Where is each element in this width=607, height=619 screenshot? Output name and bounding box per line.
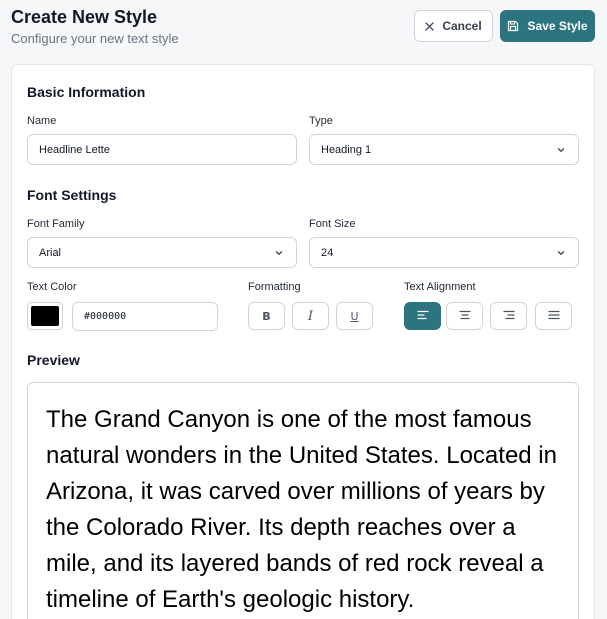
- underline-icon: U: [350, 309, 359, 323]
- font-size-select[interactable]: 24: [309, 237, 579, 268]
- hex-color-input[interactable]: #000000: [72, 302, 218, 331]
- font-size-value: 24: [321, 246, 334, 259]
- chevron-down-icon: [556, 248, 566, 258]
- underline-button[interactable]: U: [336, 302, 373, 330]
- cancel-label: Cancel: [442, 19, 482, 33]
- chevron-down-icon: [556, 145, 566, 155]
- name-input[interactable]: Headline Lette: [27, 134, 297, 165]
- save-style-button[interactable]: Save Style: [500, 10, 595, 42]
- name-label: Name: [27, 115, 57, 127]
- align-right-icon: [502, 307, 515, 325]
- page-title: Create New Style: [11, 7, 158, 27]
- save-icon: [507, 20, 519, 32]
- font-size-label: Font Size: [309, 218, 356, 230]
- chevron-down-icon: [274, 248, 284, 258]
- formatting-label: Formatting: [248, 281, 301, 293]
- font-family-value: Arial: [39, 246, 62, 259]
- font-family-label: Font Family: [27, 218, 85, 230]
- preview-box: The Grand Canyon is one of the most famo…: [27, 382, 579, 619]
- preview-text: The Grand Canyon is one of the most famo…: [46, 406, 557, 613]
- close-icon: [425, 21, 435, 31]
- bold-icon: B: [262, 309, 271, 323]
- align-center-button[interactable]: [446, 302, 483, 330]
- align-left-button[interactable]: [404, 302, 441, 330]
- text-alignment-label: Text Alignment: [404, 281, 476, 293]
- text-color-label: Text Color: [27, 281, 77, 293]
- preview-title: Preview: [27, 352, 80, 368]
- save-label: Save Style: [527, 19, 588, 33]
- align-center-icon: [458, 307, 471, 325]
- type-label: Type: [309, 115, 333, 127]
- align-right-button[interactable]: [490, 302, 527, 330]
- type-value: Heading 1: [321, 143, 372, 156]
- color-picker-swatch[interactable]: [27, 302, 63, 330]
- align-justify-button[interactable]: [535, 302, 572, 330]
- page-subtitle: Configure your new text style: [11, 31, 179, 46]
- font-settings-title: Font Settings: [27, 187, 117, 203]
- color-swatch-fill: [31, 306, 59, 326]
- name-value: Headline Lette: [39, 143, 110, 156]
- align-left-icon: [416, 307, 429, 325]
- bold-button[interactable]: B: [248, 302, 285, 330]
- basic-info-title: Basic Information: [27, 84, 146, 100]
- font-family-select[interactable]: Arial: [27, 237, 297, 268]
- cancel-button[interactable]: Cancel: [414, 10, 493, 42]
- italic-icon: I: [307, 308, 314, 324]
- italic-button[interactable]: I: [292, 302, 329, 330]
- align-justify-icon: [547, 307, 560, 325]
- type-select[interactable]: Heading 1: [309, 134, 579, 165]
- hex-color-value: #000000: [84, 311, 127, 322]
